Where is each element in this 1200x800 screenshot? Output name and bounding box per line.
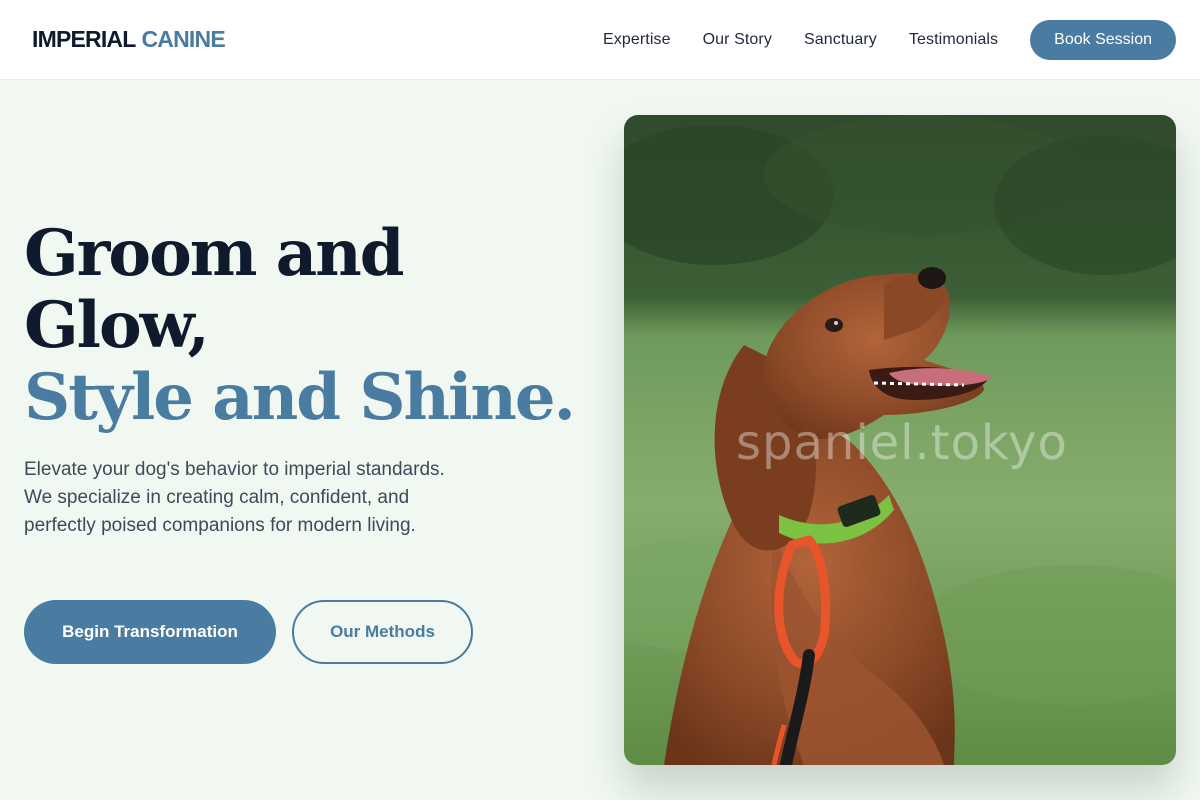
brand-logo[interactable]: IMPERIAL CANINE xyxy=(32,26,226,53)
hero-title-line-2: Glow, xyxy=(24,288,210,363)
brand-accent: CANINE xyxy=(141,26,226,52)
book-session-button[interactable]: Book Session xyxy=(1030,19,1176,60)
main-nav: Expertise Our Story Sanctuary Testimonia… xyxy=(603,19,1176,60)
hero-title: Groom and Glow, Style and Shine. xyxy=(24,216,576,435)
hero-title-line-3: Style and Shine. xyxy=(24,360,576,435)
nav-link-expertise[interactable]: Expertise xyxy=(603,31,671,49)
brand-primary: IMPERIAL xyxy=(32,26,136,52)
site-header: IMPERIAL CANINE Expertise Our Story Sanct… xyxy=(0,0,1200,80)
dog-photo: spaniel.tokyo xyxy=(624,115,1176,765)
nav-link-our-story[interactable]: Our Story xyxy=(703,31,772,49)
nav-link-sanctuary[interactable]: Sanctuary xyxy=(804,31,877,49)
photo-watermark: spaniel.tokyo xyxy=(736,415,1068,471)
our-methods-button[interactable]: Our Methods xyxy=(292,600,473,664)
hero-description: Elevate your dog's behavior to imperial … xyxy=(24,459,445,536)
begin-transformation-button[interactable]: Begin Transformation xyxy=(24,600,276,664)
hero-title-line-1: Groom and xyxy=(24,216,404,291)
nav-link-testimonials[interactable]: Testimonials xyxy=(909,31,998,49)
